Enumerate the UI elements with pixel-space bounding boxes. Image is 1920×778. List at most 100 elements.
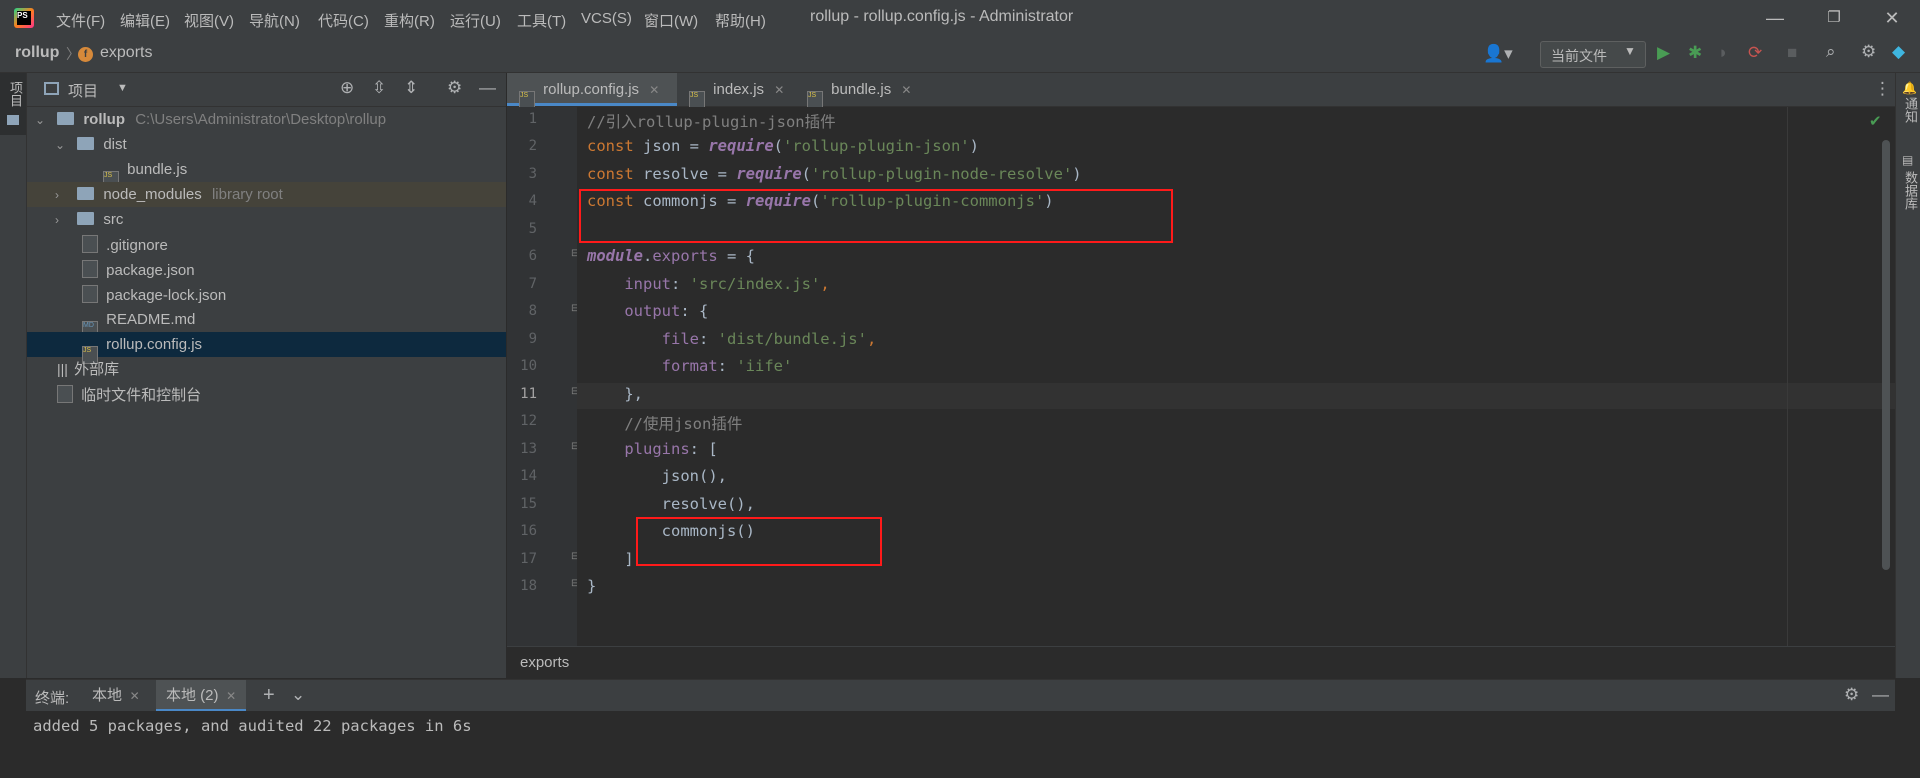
more-tabs-icon[interactable]: ⋮ [1874,79,1891,99]
editor-breadcrumb[interactable]: exports [520,654,569,671]
project-tool-button[interactable]: 项目 [0,73,26,135]
line-number: 7 [528,276,537,292]
close-tab-icon[interactable]: ✕ [226,689,236,703]
chevron-down-icon: ⌄ [55,138,66,152]
tree-item-label: package-lock.json [106,287,227,304]
chevron-down-icon[interactable]: ⌄ [291,685,305,705]
menu-view[interactable]: 视图(V) [184,10,234,31]
run-config-select[interactable]: 当前文件 ▼ [1540,41,1646,68]
tree-item-package-lock-json[interactable]: package-lock.json [27,282,506,307]
run-icon[interactable]: ▶ [1657,43,1670,63]
tree-item-readme[interactable]: MD README.md [27,307,506,339]
app-logo-icon: PS [14,8,34,28]
tree-item-external-libraries[interactable]: ||| 外部库 [27,357,506,382]
close-tab-icon[interactable]: ✕ [901,83,911,97]
tree-item-dist[interactable]: ⌄ dist [27,132,506,157]
expand-all-icon[interactable]: ⇳ [372,78,386,98]
menu-edit[interactable]: 编辑(E) [120,10,170,31]
hide-panel-icon[interactable]: — [479,78,496,98]
locate-icon[interactable]: ⊕ [340,78,354,98]
add-user-icon[interactable]: 👤▾ [1483,44,1513,64]
line-number-gutter: 1 2 3 4 5 6 7 8 9 10 11 12 13 14 15 16 1… [507,107,579,646]
project-panel-title[interactable]: 项目 [68,80,98,101]
add-terminal-icon[interactable]: + [263,684,275,707]
coverage-icon[interactable]: ◗ [1718,43,1728,63]
menu-tools[interactable]: 工具(T) [517,10,566,31]
code-line-8: output: { [587,302,709,320]
menu-file[interactable]: 文件(F) [56,10,105,31]
hide-panel-icon[interactable]: — [1872,685,1889,705]
chevron-down-icon: ⌄ [35,113,46,127]
gear-icon[interactable]: ⚙ [447,78,462,98]
current-line-highlight [577,383,1895,409]
tree-item-src[interactable]: › src [27,207,506,232]
search-icon[interactable]: ⌕ [1826,42,1836,62]
line-number: 14 [520,468,537,484]
terminal-output[interactable]: added 5 packages, and audited 22 package… [26,711,1895,778]
toolbox-icon[interactable]: ◆ [1892,42,1905,62]
line-number: 3 [528,166,537,182]
line-number: 9 [528,331,537,347]
close-button[interactable]: ✕ [1880,6,1904,30]
tree-item-rollup-config[interactable]: JS rollup.config.js [27,332,506,364]
gear-icon[interactable]: ⚙ [1844,685,1859,705]
restore-button[interactable]: ❐ [1822,6,1846,30]
ignore-file-icon [82,235,98,253]
database-tab[interactable]: 数据库 [1901,171,1920,210]
library-icon: ||| [57,361,68,377]
chevron-down-icon[interactable]: ▼ [117,82,128,94]
json-file-icon [82,285,98,303]
profile-icon[interactable]: ⟳ [1748,43,1762,63]
close-tab-icon[interactable]: ✕ [649,83,659,97]
menu-navigate[interactable]: 导航(N) [249,10,300,31]
highlight-box-require-commonjs [579,189,1173,243]
tree-item-scratches[interactable]: 临时文件和控制台 [27,382,506,407]
tree-item-node-modules[interactable]: › node_modules library root [27,182,506,207]
tab-label: rollup.config.js [543,81,640,98]
stop-icon[interactable]: ■ [1787,43,1797,63]
menu-run[interactable]: 运行(U) [450,10,501,31]
code-editor[interactable]: //引入rollup-plugin-json插件 const json = re… [577,107,1895,646]
code-line-14: json(), [587,467,727,485]
code-line-11: }, [587,385,643,403]
tree-item-label: 临时文件和控制台 [81,387,202,404]
menu-vcs[interactable]: VCS(S) [581,10,632,27]
tree-item-package-json[interactable]: package.json [27,257,506,282]
notifications-tab[interactable]: 通知 [1901,97,1920,123]
tab-bundle-js[interactable]: JS bundle.js ✕ [805,73,925,109]
checkmark-icon: ✔ [1869,113,1882,130]
close-tab-icon[interactable]: ✕ [774,83,784,97]
editor-breadcrumb-bar: exports [507,646,1895,679]
tree-item-bundle-js[interactable]: JS bundle.js [27,157,506,189]
tree-item-gitignore[interactable]: .gitignore [27,232,506,257]
editor-scrollbar[interactable] [1882,140,1890,570]
line-number: 12 [520,413,537,429]
settings-icon[interactable]: ⚙ [1861,42,1876,62]
highlight-box-commonjs-call [636,517,882,566]
code-line-15: resolve(), [587,495,755,513]
tab-index-js[interactable]: JS index.js ✕ [687,73,797,109]
tree-item-label: src [103,211,124,228]
code-line-13: plugins: [ [587,440,718,458]
collapse-all-icon[interactable]: ⇕ [404,78,418,98]
line-number: 11 [520,386,537,402]
menu-help[interactable]: 帮助(H) [715,10,766,31]
tab-label: bundle.js [831,81,892,98]
terminal-tab-local-2[interactable]: 本地 (2) ✕ [156,680,247,712]
scratches-icon [57,385,73,403]
debug-icon[interactable]: ✱ [1688,43,1702,63]
chevron-right-icon: › [55,213,59,227]
navigation-bar: rollup 〉 f exports 👤▾ 当前文件 ▼ ▶ ✱ ◗ ⟳ ■ ⌕… [0,36,1920,73]
breadcrumb-symbol[interactable]: exports [100,44,152,62]
terminal-tab-local[interactable]: 本地 ✕ [92,680,140,712]
minimize-button[interactable]: — [1763,6,1787,30]
menu-refactor[interactable]: 重构(R) [384,10,435,31]
json-file-icon [82,260,98,278]
tab-rollup-config[interactable]: JS rollup.config.js ✕ [507,73,677,109]
editor-tabs: JS rollup.config.js ✕ JS index.js ✕ JS b… [507,73,1895,109]
menu-window[interactable]: 窗口(W) [644,10,698,31]
breadcrumb-project[interactable]: rollup [15,44,59,62]
menu-code[interactable]: 代码(C) [318,10,369,31]
tree-item-rollup[interactable]: ⌄ rollup C:\Users\Administrator\Desktop\… [27,107,506,132]
close-tab-icon[interactable]: ✕ [130,689,140,703]
